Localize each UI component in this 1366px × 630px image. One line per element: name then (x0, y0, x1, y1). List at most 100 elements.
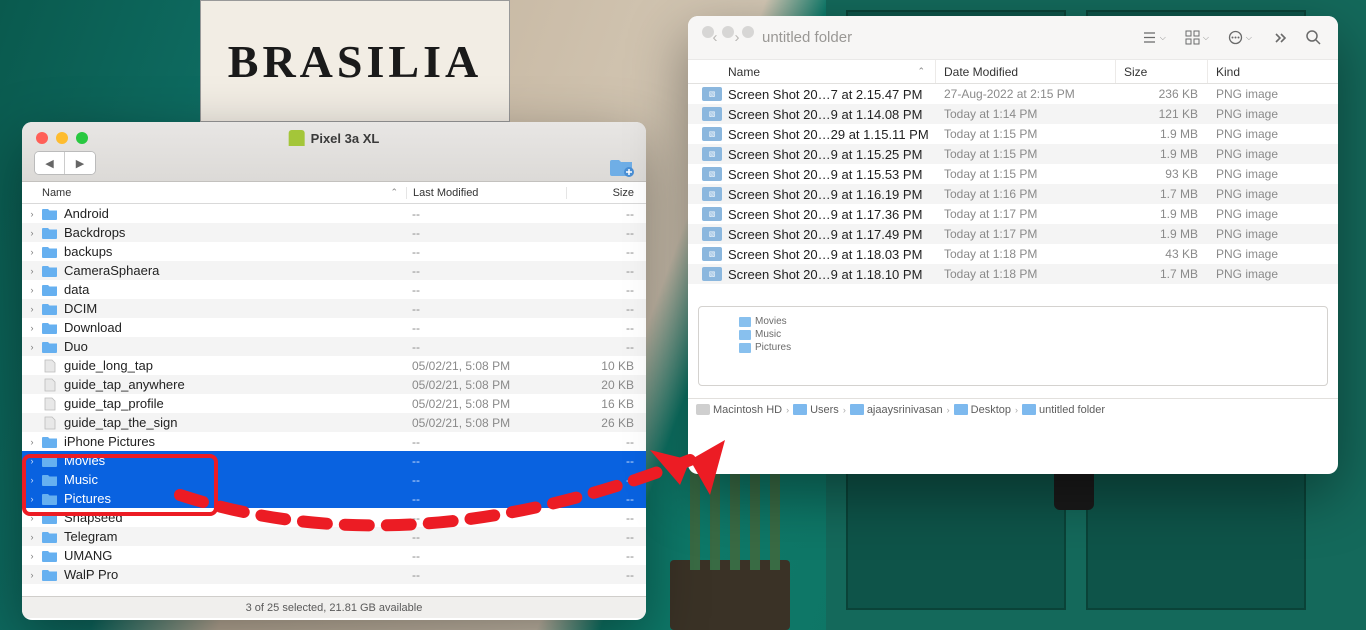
file-modified: 05/02/21, 5:08 PM (406, 378, 566, 392)
file-kind: PNG image (1208, 227, 1338, 241)
breadcrumb-item[interactable]: Macintosh HD (696, 404, 782, 416)
file-name: iPhone Pictures (64, 434, 406, 449)
col-modified[interactable]: Last Modified (406, 187, 566, 199)
file-size: -- (566, 492, 646, 506)
disclosure-triangle-icon[interactable]: › (22, 266, 42, 276)
breadcrumb-item[interactable]: ajaaysrinivasan (850, 404, 943, 416)
breadcrumb-item[interactable]: untitled folder (1022, 404, 1105, 416)
file-modified: Today at 1:17 PM (936, 207, 1116, 221)
view-list-button[interactable]: ⌵ (1137, 29, 1170, 46)
zoom-button[interactable] (742, 26, 754, 38)
disclosure-triangle-icon[interactable]: › (22, 285, 42, 295)
file-row[interactable]: ▧Screen Shot 20…9 at 1.15.53 PMToday at … (688, 164, 1338, 184)
breadcrumb-item[interactable]: Users (793, 404, 839, 416)
minimize-button[interactable] (56, 132, 68, 144)
file-row[interactable]: ›WalP Pro---- (22, 565, 646, 584)
col-modified[interactable]: Date Modified (936, 60, 1116, 83)
back-button[interactable]: ◀ (35, 152, 65, 174)
disclosure-triangle-icon[interactable]: › (22, 437, 42, 447)
file-row[interactable]: guide_tap_anywhere05/02/21, 5:08 PM20 KB (22, 375, 646, 394)
file-size: 93 KB (1116, 167, 1208, 181)
file-row[interactable]: ▧Screen Shot 20…9 at 1.17.49 PMToday at … (688, 224, 1338, 244)
minimize-button[interactable] (722, 26, 734, 38)
breadcrumb-item[interactable]: Desktop (954, 404, 1011, 416)
file-row[interactable]: ▧Screen Shot 20…9 at 1.16.19 PMToday at … (688, 184, 1338, 204)
file-row[interactable]: ›Music---- (22, 470, 646, 489)
file-modified: Today at 1:17 PM (936, 227, 1116, 241)
view-grid-button[interactable]: ⌵ (1180, 29, 1213, 46)
file-row[interactable]: ›data---- (22, 280, 646, 299)
disclosure-triangle-icon[interactable]: › (22, 475, 42, 485)
col-name[interactable]: Name (728, 65, 760, 79)
disclosure-triangle-icon[interactable]: › (22, 247, 42, 257)
close-button[interactable] (702, 26, 714, 38)
column-headers[interactable]: Name⌃ Date Modified Size Kind (688, 60, 1338, 84)
search-button[interactable] (1301, 29, 1326, 46)
file-row[interactable]: ›Duo---- (22, 337, 646, 356)
col-size[interactable]: Size (566, 187, 646, 199)
file-row[interactable]: ›Download---- (22, 318, 646, 337)
disclosure-triangle-icon[interactable]: › (22, 551, 42, 561)
drag-drop-preview[interactable]: MoviesMusicPictures (698, 306, 1328, 386)
file-name: Music (64, 472, 406, 487)
file-row[interactable]: ▧Screen Shot 20…9 at 1.15.25 PMToday at … (688, 144, 1338, 164)
finder-window[interactable]: ‹ › untitled folder ⌵ ⌵ ⌵ Name⌃ Date Mod… (688, 16, 1338, 474)
zoom-button[interactable] (76, 132, 88, 144)
file-row[interactable]: ›Movies---- (22, 451, 646, 470)
disclosure-triangle-icon[interactable]: › (22, 570, 42, 580)
file-row[interactable]: ›Backdrops---- (22, 223, 646, 242)
forward-button[interactable]: ▶ (65, 152, 95, 174)
file-modified: Today at 1:18 PM (936, 267, 1116, 281)
png-icon: ▧ (702, 87, 722, 101)
col-name[interactable]: Name (42, 187, 71, 199)
file-row[interactable]: ›iPhone Pictures---- (22, 432, 646, 451)
new-folder-button[interactable] (610, 157, 634, 177)
disclosure-triangle-icon[interactable]: › (22, 323, 42, 333)
disclosure-triangle-icon[interactable]: › (22, 456, 42, 466)
file-list[interactable]: ›Android----›Backdrops----›backups----›C… (22, 204, 646, 596)
file-kind: PNG image (1208, 187, 1338, 201)
file-row[interactable]: ▧Screen Shot 20…9 at 1.18.03 PMToday at … (688, 244, 1338, 264)
file-row[interactable]: ›Snapseed---- (22, 508, 646, 527)
path-bar[interactable]: Macintosh HD›Users›ajaaysrinivasan›Deskt… (688, 398, 1338, 420)
column-headers[interactable]: Name⌃ Last Modified Size (22, 182, 646, 204)
titlebar[interactable]: ‹ › untitled folder ⌵ ⌵ ⌵ (688, 16, 1338, 60)
file-row[interactable]: ›UMANG---- (22, 546, 646, 565)
file-name: Screen Shot 20…9 at 1.15.53 PM (728, 167, 936, 182)
disclosure-triangle-icon[interactable]: › (22, 304, 42, 314)
file-row[interactable]: ›Telegram---- (22, 527, 646, 546)
file-row[interactable]: ▧Screen Shot 20…7 at 2.15.47 PM27-Aug-20… (688, 84, 1338, 104)
col-size[interactable]: Size (1116, 60, 1208, 83)
disclosure-triangle-icon[interactable]: › (22, 342, 42, 352)
file-row[interactable]: guide_long_tap05/02/21, 5:08 PM10 KB (22, 356, 646, 375)
disclosure-triangle-icon[interactable]: › (22, 209, 42, 219)
file-row[interactable]: ›CameraSphaera---- (22, 261, 646, 280)
breadcrumb-separator-icon: › (947, 405, 950, 415)
titlebar[interactable]: Pixel 3a XL ◀ ▶ (22, 122, 646, 182)
file-modified: -- (406, 321, 566, 335)
file-row[interactable]: ›Android---- (22, 204, 646, 223)
file-row[interactable]: guide_tap_the_sign05/02/21, 5:08 PM26 KB (22, 413, 646, 432)
disclosure-triangle-icon[interactable]: › (22, 532, 42, 542)
file-modified: Today at 1:16 PM (936, 187, 1116, 201)
file-row[interactable]: ›DCIM---- (22, 299, 646, 318)
file-row[interactable]: ▧Screen Shot 20…9 at 1.14.08 PMToday at … (688, 104, 1338, 124)
file-list[interactable]: ▧Screen Shot 20…7 at 2.15.47 PM27-Aug-20… (688, 84, 1338, 294)
file-row[interactable]: ›Pictures---- (22, 489, 646, 508)
file-row[interactable]: ▧Screen Shot 20…29 at 1.15.11 PMToday at… (688, 124, 1338, 144)
action-menu-button[interactable]: ⌵ (1223, 29, 1256, 46)
android-file-transfer-window[interactable]: Pixel 3a XL ◀ ▶ Name⌃ Last Modified Size… (22, 122, 646, 620)
file-row[interactable]: ›backups---- (22, 242, 646, 261)
disclosure-triangle-icon[interactable]: › (22, 494, 42, 504)
overflow-button[interactable] (1266, 29, 1291, 46)
disclosure-triangle-icon[interactable]: › (22, 513, 42, 523)
close-button[interactable] (36, 132, 48, 144)
file-row[interactable]: guide_tap_profile05/02/21, 5:08 PM16 KB (22, 394, 646, 413)
file-size: 1.9 MB (1116, 227, 1208, 241)
file-row[interactable]: ▧Screen Shot 20…9 at 1.17.36 PMToday at … (688, 204, 1338, 224)
file-row[interactable]: ▧Screen Shot 20…9 at 1.18.10 PMToday at … (688, 264, 1338, 284)
col-kind[interactable]: Kind (1208, 60, 1338, 83)
nav-back-forward[interactable]: ◀ ▶ (34, 151, 96, 175)
file-modified: -- (406, 207, 566, 221)
disclosure-triangle-icon[interactable]: › (22, 228, 42, 238)
